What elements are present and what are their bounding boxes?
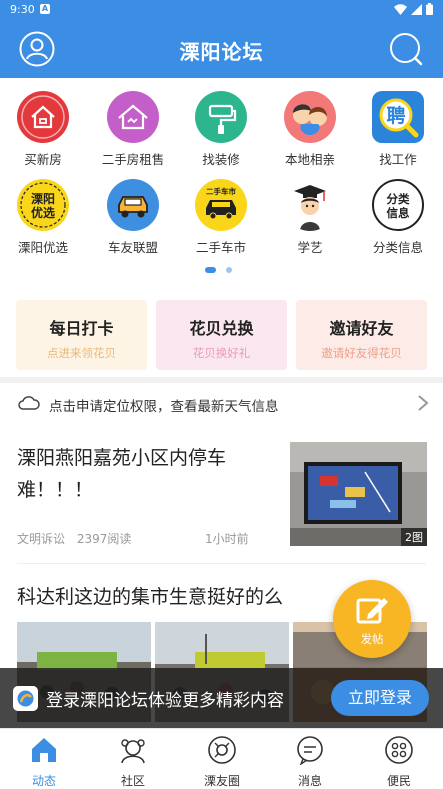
liyang-select-icon: 溧阳 优选 <box>17 179 69 231</box>
login-prompt-text: 登录溧阳论坛体验更多精彩内容 <box>46 691 284 711</box>
chevron-right-icon <box>418 395 429 411</box>
category-label: 溧阳优选 <box>17 240 68 255</box>
category-label: 找装修 <box>202 152 240 167</box>
status-icons <box>394 3 433 15</box>
post-item[interactable]: 溧阳燕阳嘉苑小区内停车难！！！ 文明诉讼 2397阅读 1小时前 2图 <box>0 436 443 561</box>
new-post-label: 发帖 <box>360 632 384 646</box>
card-subtitle: 花贝换好礼 <box>192 346 251 360</box>
tab-community[interactable]: 社区 <box>103 735 163 789</box>
page-dot-active[interactable] <box>205 267 216 273</box>
cloud-icon <box>18 396 40 410</box>
search-icon[interactable] <box>388 31 424 67</box>
tab-services[interactable]: 便民 <box>369 735 429 789</box>
message-icon <box>297 736 323 766</box>
post-divider <box>17 563 426 564</box>
dating-couple-icon <box>284 91 336 143</box>
tab-feed[interactable]: 动态 <box>14 735 74 789</box>
liyang-icon-text-1: 溧阳 <box>31 191 55 206</box>
used-car-icon-text: 二手车市 <box>206 186 236 196</box>
liyang-icon-text-2: 优选 <box>31 205 55 220</box>
post-views: 2397阅读 <box>76 532 132 546</box>
category-label: 二手车市 <box>195 240 246 255</box>
category-car-club[interactable]: 车友联盟 <box>93 179 173 256</box>
category-label: 二手房租售 <box>101 152 165 167</box>
tab-label: 溧友圈 <box>203 774 240 788</box>
new-house-icon <box>17 91 69 143</box>
category-label: 学艺 <box>297 240 323 255</box>
notification-icon: A <box>40 4 50 14</box>
category-learning[interactable]: 学艺 <box>270 179 350 256</box>
tab-messages[interactable]: 消息 <box>280 735 340 789</box>
used-car-icon: 二手车市 <box>195 179 247 231</box>
home-icon <box>32 738 56 762</box>
classified-icon-text-1: 分类 <box>387 192 410 206</box>
category-dating[interactable]: 本地相亲 <box>270 91 350 168</box>
invite-friends-card[interactable]: 邀请好友 邀请好友得花贝 <box>296 300 427 370</box>
category-label: 车友联盟 <box>107 240 158 255</box>
card-title: 花贝兑换 <box>189 319 254 338</box>
post-author: 文明诉讼 <box>17 532 66 546</box>
points-exchange-card[interactable]: 花贝兑换 花贝换好礼 <box>156 300 287 370</box>
new-post-button[interactable]: 发帖 <box>333 580 411 658</box>
paint-roller-icon <box>195 91 247 143</box>
status-bar: 9:30 A <box>0 0 443 20</box>
image-count-badge: 2图 <box>401 528 427 546</box>
category-used-car[interactable]: 二手车市 二手车市 <box>181 179 261 256</box>
category-label: 买新房 <box>24 152 62 167</box>
category-jobs[interactable]: 聘 找工作 <box>358 91 438 168</box>
app-logo-icon <box>13 686 38 711</box>
car-club-icon <box>107 179 159 231</box>
card-title: 每日打卡 <box>49 319 114 338</box>
daily-checkin-card[interactable]: 每日打卡 点进来领花贝 <box>16 300 147 370</box>
tab-label: 动态 <box>31 774 56 788</box>
category-second-hand-house[interactable]: 二手房租售 <box>93 91 173 168</box>
category-label: 分类信息 <box>372 240 423 255</box>
weather-text: 点击申请定位权限，查看最新天气信息 <box>49 399 279 415</box>
wifi-icon <box>394 3 407 15</box>
tab-label: 社区 <box>120 774 145 788</box>
app-header: 溧阳论坛 <box>0 20 443 78</box>
edit-icon <box>356 598 388 624</box>
page-dot[interactable] <box>226 267 232 273</box>
login-button[interactable]: 立即登录 <box>331 680 429 716</box>
second-hand-house-icon <box>107 91 159 143</box>
signal-icon <box>411 3 422 15</box>
card-subtitle: 点进来领花贝 <box>47 346 116 360</box>
job-icon-text: 聘 <box>386 104 405 127</box>
services-icon <box>385 736 413 764</box>
post-thumbnail: 2图 <box>290 442 427 546</box>
post-title: 溧阳燕阳嘉苑小区内停车难！！！ <box>17 447 227 501</box>
category-new-house[interactable]: 买新房 <box>3 91 83 168</box>
page-title: 溧阳论坛 <box>179 40 264 64</box>
post-time: 1小时前 <box>205 532 249 546</box>
section-divider <box>0 377 443 383</box>
login-prompt-bar: 登录溧阳论坛体验更多精彩内容 立即登录 <box>0 668 443 728</box>
classified-icon-text-2: 信息 <box>387 206 410 220</box>
category-liyang-select[interactable]: 溧阳 优选 溧阳优选 <box>3 179 83 256</box>
tab-label: 消息 <box>297 774 322 788</box>
graduate-icon <box>284 179 336 231</box>
status-time: 9:30 <box>10 3 35 16</box>
category-label: 找工作 <box>379 152 417 167</box>
category-decoration[interactable]: 找装修 <box>181 91 261 168</box>
bottom-tab-bar: 动态 社区 溧友圈 消息 便民 <box>0 728 443 789</box>
tab-friends-circle[interactable]: 溧友圈 <box>192 735 252 789</box>
friends-circle-icon <box>208 736 236 764</box>
card-subtitle: 邀请好友得花贝 <box>321 346 402 360</box>
battery-icon <box>426 3 433 15</box>
category-classified[interactable]: 分类 信息 分类信息 <box>358 179 438 256</box>
classified-info-icon: 分类 信息 <box>372 179 424 231</box>
category-label: 本地相亲 <box>284 152 335 167</box>
post-title: 科达利这边的集市生意挺好的么 <box>17 586 284 608</box>
community-icon <box>121 739 145 764</box>
weather-banner[interactable]: 点击申请定位权限，查看最新天气信息 <box>0 384 443 424</box>
card-title: 邀请好友 <box>329 319 394 338</box>
activity-cards: 每日打卡 点进来领花贝 花贝兑换 花贝换好礼 邀请好友 邀请好友得花贝 <box>16 300 427 370</box>
post-meta: 文明诉讼 2397阅读 <box>17 530 139 547</box>
page-indicator <box>205 267 232 273</box>
tab-label: 便民 <box>386 774 411 788</box>
job-recruit-icon: 聘 <box>372 91 424 143</box>
